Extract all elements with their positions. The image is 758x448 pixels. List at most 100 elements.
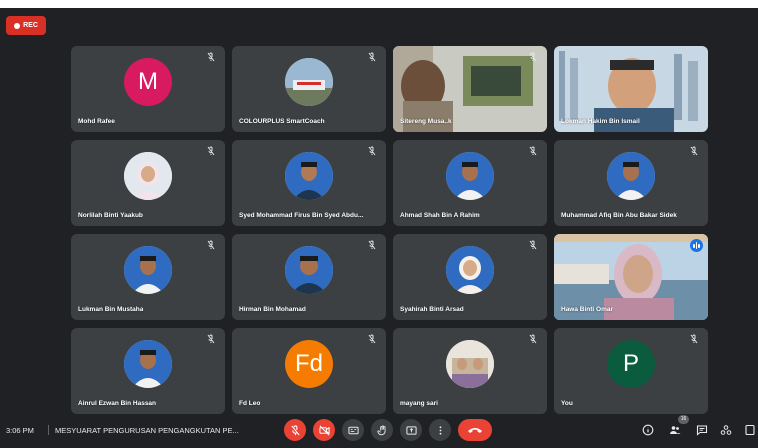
- participant-name: Mohd Rafee: [78, 118, 115, 125]
- raise-hand-icon: [376, 424, 386, 435]
- participant-video-tile[interactable]: Lokman Hakim Bin Ismail: [554, 46, 708, 132]
- more-options-icon: [439, 425, 441, 435]
- avatar: [446, 152, 494, 201]
- profile-photo: [124, 246, 172, 295]
- participant-tile[interactable]: COLOURPLUS SmartCoach: [232, 46, 386, 132]
- participant-video-tile[interactable]: Sitereng Musa..k: [393, 46, 547, 132]
- avatar: [446, 340, 494, 389]
- participant-tile[interactable]: Ahmad Shah Bin A Rahim: [393, 140, 547, 226]
- meeting-stage: REC M Mohd Rafee COLOURPLUS SmartCoach S…: [0, 8, 758, 448]
- avatar: P: [607, 340, 655, 389]
- mic-off-icon: [527, 334, 539, 346]
- participant-name: Norlilah Binti Yaakub: [78, 212, 143, 219]
- profile-photo: [607, 152, 655, 201]
- speaking-indicator-icon: [690, 239, 703, 252]
- camera-off-icon: [318, 425, 330, 435]
- participant-name: Hirman Bin Mohamad: [239, 306, 306, 313]
- participant-tile[interactable]: Fd Fd Leo: [232, 328, 386, 414]
- participant-tile[interactable]: Syahirah Binti Arsad: [393, 234, 547, 320]
- participant-tile[interactable]: Muhammad Afiq Bin Abu Bakar Sidek: [554, 140, 708, 226]
- people-button[interactable]: [667, 422, 683, 438]
- mic-off-icon: [366, 334, 378, 346]
- present-icon: [405, 425, 417, 435]
- participant-name: Ainrul Ezwan Bin Hassan: [78, 400, 157, 407]
- avatar-initial: Fd: [294, 350, 323, 378]
- mic-off-icon: [205, 240, 217, 252]
- participant-name: Muhammad Afiq Bin Abu Bakar Sidek: [561, 212, 677, 219]
- participant-name: Syahirah Binti Arsad: [400, 306, 464, 313]
- mic-off-icon: [527, 146, 539, 158]
- participant-tile[interactable]: Lukman Bin Mustaha: [71, 234, 225, 320]
- captions-icon: [347, 426, 359, 434]
- mic-off-icon: [688, 334, 700, 346]
- participant-tile[interactable]: Hirman Bin Mohamad: [232, 234, 386, 320]
- mic-off-icon: [205, 52, 217, 64]
- host-controls-button[interactable]: [742, 422, 758, 438]
- hang-up-icon: [468, 428, 482, 433]
- profile-photo: [446, 340, 494, 389]
- profile-photo: [124, 340, 172, 389]
- avatar: M: [124, 58, 172, 107]
- profile-photo: [285, 246, 333, 295]
- leave-call-button[interactable]: [458, 419, 492, 441]
- avatar: [446, 246, 494, 295]
- participant-name: Fd Leo: [239, 400, 261, 407]
- profile-photo: [446, 152, 494, 201]
- present-screen-button[interactable]: [400, 419, 422, 441]
- participant-count-badge: 16: [678, 415, 689, 424]
- mic-off-icon: [527, 240, 539, 252]
- clock: 3:06 PM: [6, 425, 34, 435]
- avatar-initial: M: [138, 68, 158, 96]
- mic-off-icon: [527, 52, 539, 64]
- avatar: [285, 152, 333, 201]
- recording-indicator: REC: [6, 16, 46, 35]
- participant-tile[interactable]: Ainrul Ezwan Bin Hassan: [71, 328, 225, 414]
- participant-name: Sitereng Musa..k: [400, 118, 452, 125]
- company-logo-image: [285, 58, 333, 107]
- avatar: [607, 152, 655, 201]
- participant-tile[interactable]: M Mohd Rafee: [71, 46, 225, 132]
- participant-tile[interactable]: Syed Mohammad Firus Bin Syed Abdu...: [232, 140, 386, 226]
- mic-off-icon: [366, 146, 378, 158]
- participant-tile-self[interactable]: P You: [554, 328, 708, 414]
- mic-toggle-button[interactable]: [284, 419, 306, 441]
- info-icon: [642, 424, 654, 436]
- participant-video-tile[interactable]: Hawa Binti Omar: [554, 234, 708, 320]
- avatar-initial: P: [622, 350, 639, 378]
- participant-name: Syed Mohammad Firus Bin Syed Abdu...: [239, 212, 364, 219]
- participant-name: mayang sari: [400, 400, 438, 407]
- participant-tile[interactable]: mayang sari: [393, 328, 547, 414]
- mic-off-icon: [688, 146, 700, 158]
- profile-photo: [285, 152, 333, 201]
- record-dot-icon: [14, 22, 21, 29]
- profile-photo: [446, 246, 494, 295]
- profile-photo: [124, 152, 172, 201]
- activities-icon: [720, 425, 732, 435]
- mic-off-icon: [366, 240, 378, 252]
- mic-off-icon: [366, 52, 378, 64]
- divider: [48, 425, 49, 435]
- meeting-details-button[interactable]: [640, 422, 656, 438]
- avatar: Fd: [285, 340, 333, 389]
- raise-hand-button[interactable]: [371, 419, 393, 441]
- participant-name: You: [561, 400, 573, 407]
- chat-icon: [696, 425, 708, 436]
- camera-toggle-button[interactable]: [313, 419, 335, 441]
- captions-button[interactable]: [342, 419, 364, 441]
- participant-name: COLOURPLUS SmartCoach: [239, 118, 325, 125]
- participant-tile[interactable]: Norlilah Binti Yaakub: [71, 140, 225, 226]
- participant-name: Lokman Hakim Bin Ismail: [561, 118, 640, 125]
- mic-off-icon: [205, 334, 217, 346]
- people-icon: [670, 426, 681, 434]
- host-controls-icon: [745, 424, 755, 436]
- avatar: [124, 340, 172, 389]
- control-bar: 3:06 PM MESYUARAT PENGURUSAN PENGANGKUTA…: [0, 412, 758, 448]
- activities-button[interactable]: [718, 422, 734, 438]
- mic-off-icon: [205, 146, 217, 158]
- meeting-title: MESYUARAT PENGURUSAN PENGANGKUTAN PE...: [55, 425, 239, 435]
- participant-name: Lukman Bin Mustaha: [78, 306, 144, 313]
- chat-button[interactable]: [694, 422, 710, 438]
- recording-label: REC: [23, 22, 38, 29]
- more-options-button[interactable]: [429, 419, 451, 441]
- avatar: [285, 58, 333, 107]
